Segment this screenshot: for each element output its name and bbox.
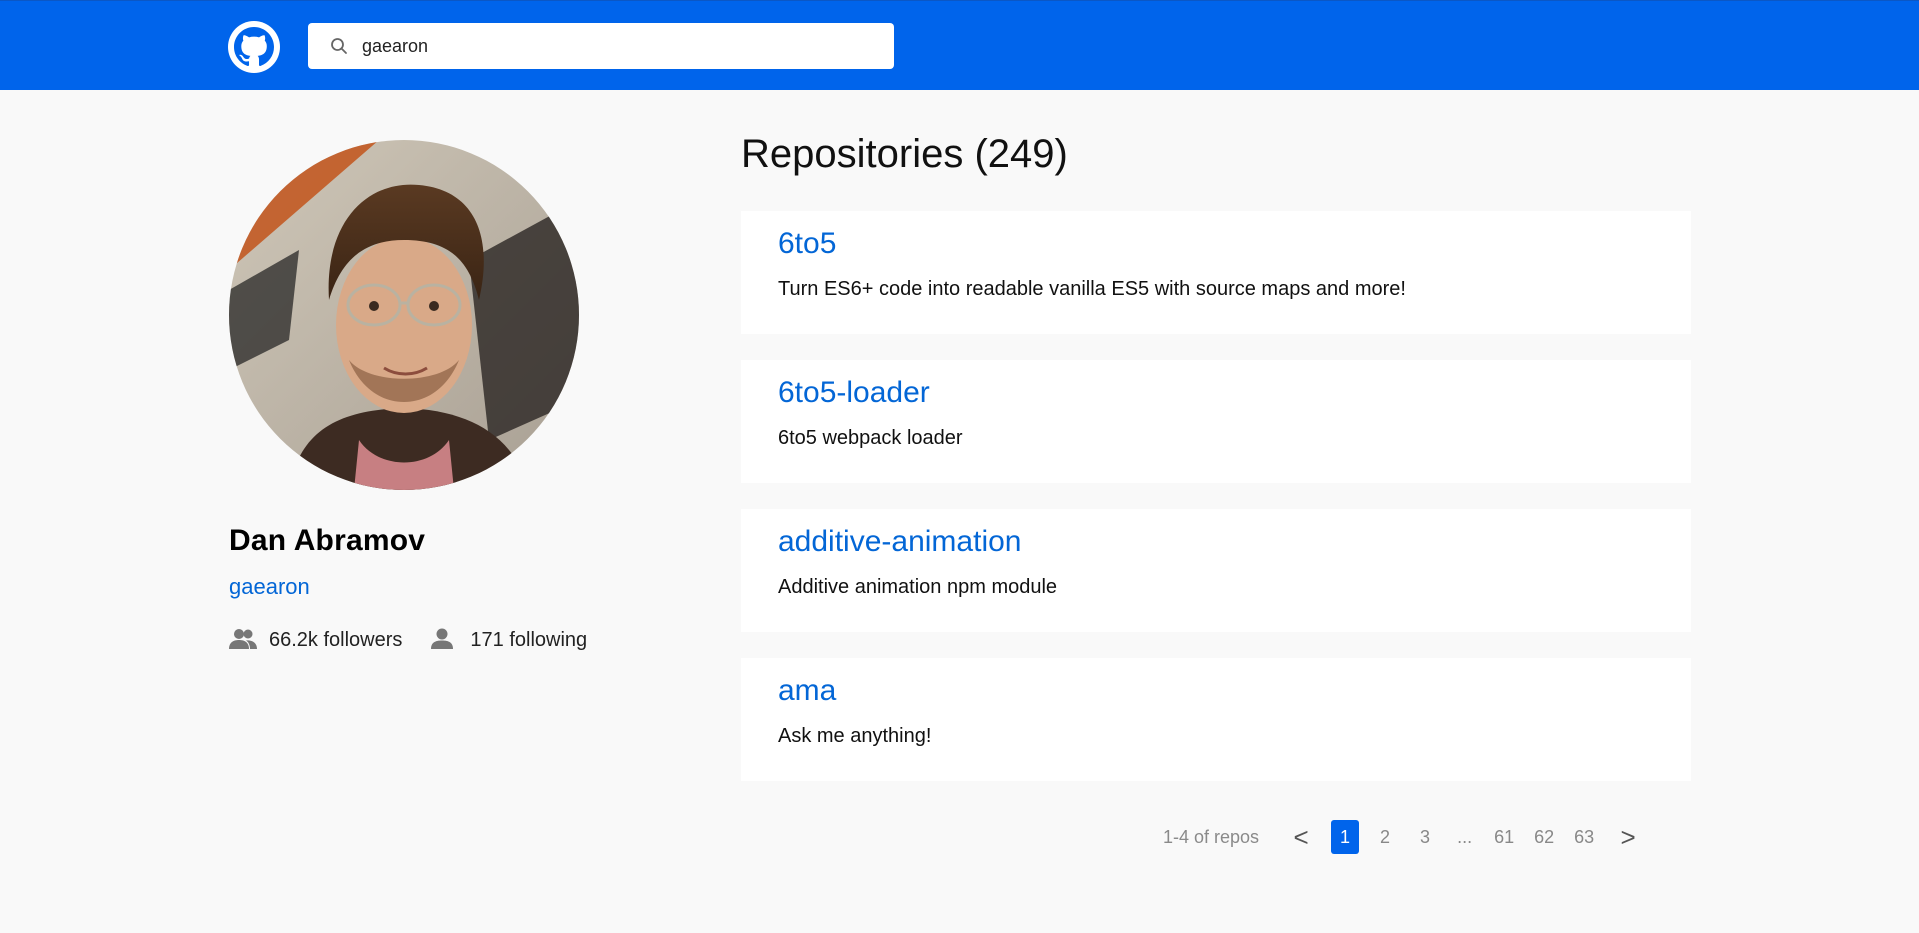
person-icon bbox=[430, 628, 458, 652]
following-count: 171 following bbox=[470, 628, 588, 651]
page-button[interactable]: 63 bbox=[1570, 820, 1598, 854]
followers-stat: 66.2k followers bbox=[229, 628, 402, 652]
page-button[interactable]: 61 bbox=[1490, 820, 1518, 854]
followers-count: 66.2k followers bbox=[269, 628, 403, 651]
repository-card: 6to5-loader 6to5 webpack loader bbox=[741, 360, 1691, 483]
repository-name-link[interactable]: ama bbox=[778, 672, 1654, 710]
page-button[interactable]: 62 bbox=[1530, 820, 1558, 854]
avatar bbox=[229, 140, 579, 490]
repository-description: Ask me anything! bbox=[778, 725, 932, 747]
repository-name-link[interactable]: additive-animation bbox=[778, 523, 1654, 561]
page-button[interactable]: 3 bbox=[1411, 820, 1439, 854]
following-stat: 171 following bbox=[430, 628, 587, 652]
people-icon bbox=[229, 628, 257, 652]
repository-description: Additive animation npm module bbox=[778, 576, 1058, 598]
repository-list: 6to5 Turn ES6+ code into readable vanill… bbox=[741, 211, 1691, 807]
repository-description: Turn ES6+ code into readable vanilla ES5… bbox=[778, 278, 1406, 300]
repository-card: additive-animation Additive animation np… bbox=[741, 509, 1691, 632]
search-input[interactable] bbox=[362, 31, 882, 61]
github-logo-icon[interactable] bbox=[228, 21, 280, 73]
page-button[interactable]: 2 bbox=[1371, 820, 1399, 854]
repository-description: 6to5 webpack loader bbox=[778, 427, 963, 449]
pagination: 1-4 of repos < 1 2 3 ... 61 62 63 > bbox=[1163, 819, 1640, 855]
repository-card: 6to5 Turn ES6+ code into readable vanill… bbox=[741, 211, 1691, 334]
search-box bbox=[308, 23, 894, 69]
search-icon bbox=[330, 37, 348, 55]
profile-login-link[interactable]: gaearon bbox=[229, 574, 310, 600]
pagination-ellipsis: ... bbox=[1457, 826, 1473, 847]
repository-name-link[interactable]: 6to5-loader bbox=[778, 374, 1654, 412]
repository-card: ama Ask me anything! bbox=[741, 658, 1691, 781]
profile-name: Dan Abramov bbox=[229, 524, 426, 557]
repository-name-link[interactable]: 6to5 bbox=[778, 225, 1654, 263]
profile-stats: 66.2k followers 171 following bbox=[229, 628, 587, 652]
top-bar bbox=[0, 0, 1919, 90]
repositories-title: Repositories (249) bbox=[741, 132, 1068, 176]
next-page-button[interactable]: > bbox=[1616, 822, 1640, 853]
pagination-summary: 1-4 of repos bbox=[1163, 826, 1260, 847]
page-button-current[interactable]: 1 bbox=[1331, 820, 1360, 854]
previous-page-button[interactable]: < bbox=[1289, 822, 1313, 853]
